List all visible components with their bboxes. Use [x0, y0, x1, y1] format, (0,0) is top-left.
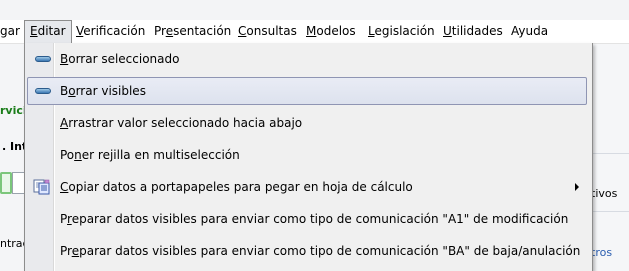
eraser-bar-icon — [35, 56, 51, 62]
menu-mnemonic: U — [443, 24, 452, 38]
menu-ayuda[interactable]: Ayuda — [511, 20, 548, 42]
divider — [591, 211, 629, 212]
menu-item-partial[interactable]: gar — [0, 20, 20, 42]
menu-item-label: Copiar datos a portapapeles para pegar e… — [60, 180, 413, 194]
menu-mnemonic: e — [165, 24, 174, 38]
menu-item-label: ditar — [37, 24, 66, 38]
menu-mnemonic: E — [30, 24, 38, 38]
background-input — [12, 172, 24, 194]
eraser-bar-icon — [35, 88, 51, 94]
menu-consultas[interactable]: Consultas — [238, 20, 297, 42]
menu-item-label: Poner rejilla en multiselección — [60, 148, 240, 162]
background-text: ntrac — [0, 237, 24, 250]
menu-item-borrar-visibles[interactable]: Borrar visibles — [27, 77, 587, 105]
menu-item-label: onsultas — [246, 24, 297, 38]
menu-item-preparar-a1[interactable]: Preparar datos visibles para enviar como… — [27, 205, 587, 233]
background-input — [0, 172, 12, 194]
menu-item-label: Arrastrar valor seleccionado hacia abajo — [60, 116, 303, 130]
menu-item-label: erificación — [83, 24, 146, 38]
menu-editar[interactable]: Editar — [24, 20, 72, 43]
background-right-panel: tivos tros — [591, 44, 629, 271]
divider — [591, 153, 629, 154]
menu-item-label: tilidades — [451, 24, 503, 38]
menu-item-label: Borrar seleccionado — [60, 52, 180, 66]
menu-legislacion[interactable]: Legislación — [368, 20, 435, 42]
background-text: rvicio — [0, 104, 24, 117]
menu-item-label: Pr — [154, 24, 166, 38]
menu-item-label: Borrar visibles — [60, 84, 146, 98]
menu-presentacion[interactable]: Presentación — [154, 20, 231, 42]
submenu-arrow-icon — [575, 183, 579, 191]
menu-item-label: sentación — [173, 24, 232, 38]
background-text: . Int — [2, 140, 24, 153]
editar-dropdown-menu: Borrar seleccionado Borrar visibles Arra… — [24, 43, 593, 271]
menu-item-borrar-seleccionado[interactable]: Borrar seleccionado — [27, 45, 587, 73]
menu-utilidades[interactable]: Utilidades — [443, 20, 503, 42]
menu-item-arrastrar-valor[interactable]: Arrastrar valor seleccionado hacia abajo — [27, 109, 587, 137]
menu-verificacion[interactable]: Verificación — [76, 20, 145, 42]
copy-clipboard-icon — [33, 179, 50, 195]
background-text: tivos — [591, 187, 618, 200]
menu-item-label: Preparar datos visibles para enviar como… — [60, 212, 569, 226]
menu-item-poner-rejilla[interactable]: Poner rejilla en multiselección — [27, 141, 587, 169]
menu-item-label: gar — [0, 24, 20, 38]
background-link: tros — [591, 246, 613, 259]
menu-bar: gar Editar Verificación Presentación Con… — [0, 20, 629, 44]
menu-modelos[interactable]: Modelos — [306, 20, 356, 42]
menu-item-preparar-ba[interactable]: Preparar datos visibles para enviar como… — [27, 237, 587, 265]
menu-item-label: odelos — [316, 24, 356, 38]
menu-item-label: Preparar datos visibles para enviar como… — [60, 244, 581, 258]
menu-item-copiar-datos[interactable]: Copiar datos a portapapeles para pegar e… — [27, 173, 587, 201]
menu-item-label: egislación — [374, 24, 435, 38]
background-left-panel: rvicio . Int ntrac — [0, 44, 24, 271]
menu-mnemonic: M — [306, 24, 317, 38]
menu-item-label: Ayuda — [511, 24, 549, 38]
